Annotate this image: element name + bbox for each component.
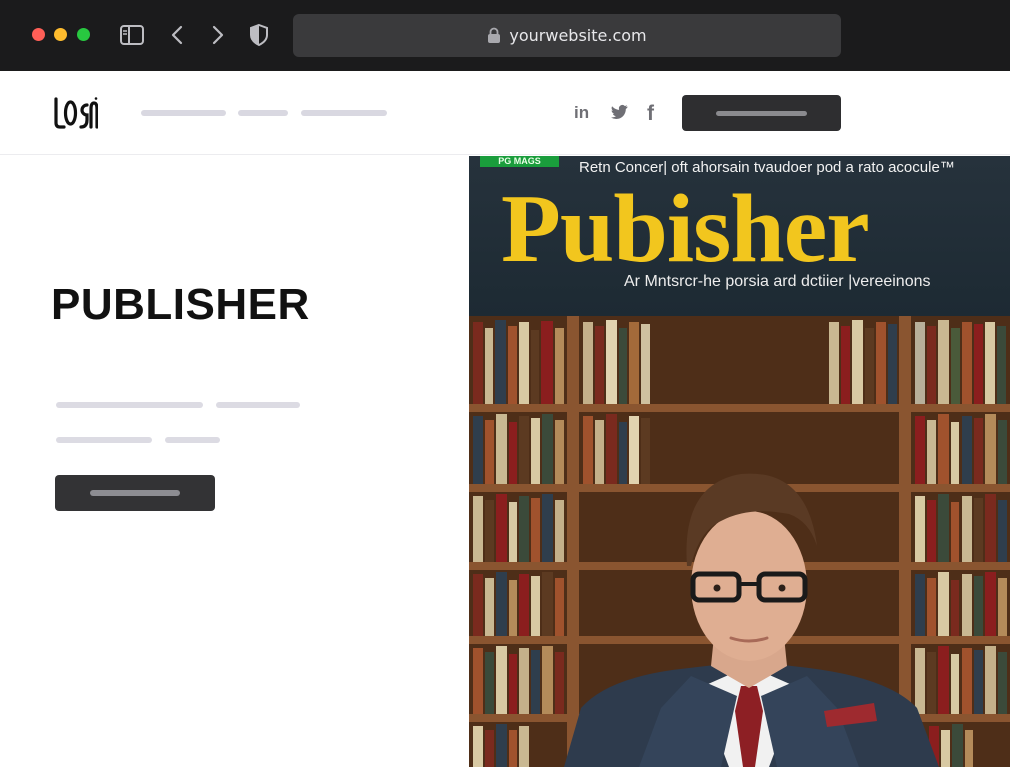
- close-window-button[interactable]: [32, 28, 45, 41]
- url-text: yourwebsite.com: [509, 26, 647, 45]
- lock-icon: [488, 27, 501, 43]
- hero-title: PUBLISHER: [51, 280, 310, 329]
- nav-link-1[interactable]: [141, 110, 226, 116]
- forward-arrow-icon[interactable]: [204, 22, 230, 48]
- facebook-icon[interactable]: f: [643, 102, 663, 122]
- button-label-placeholder: [716, 111, 807, 116]
- minimize-window-button[interactable]: [54, 28, 67, 41]
- twitter-icon[interactable]: [609, 102, 629, 122]
- sidebar-toggle-icon[interactable]: [119, 22, 145, 48]
- man-in-suit-illustration: [564, 473, 939, 767]
- magazine-cover-image: PG MAGS Retn Concer| oft ahorsain tvaudo…: [469, 156, 1010, 767]
- linkedin-label: in: [574, 103, 589, 122]
- hero-text-placeholder: [216, 402, 300, 408]
- shield-icon[interactable]: [246, 22, 272, 48]
- maximize-window-button[interactable]: [77, 28, 90, 41]
- logo[interactable]: [54, 96, 98, 130]
- cover-title: Pubisher: [501, 175, 870, 283]
- header-cta-button[interactable]: [682, 95, 841, 131]
- nav-link-3[interactable]: [301, 110, 387, 116]
- address-bar[interactable]: yourwebsite.com: [293, 14, 841, 57]
- facebook-label: f: [647, 102, 655, 122]
- linkedin-icon[interactable]: in: [573, 102, 593, 122]
- hero-text-placeholder: [165, 437, 220, 443]
- cover-subtitle: Ar Mntsrcr-he porsia ard dctiier |vereei…: [624, 273, 931, 290]
- hero-cta-button[interactable]: [55, 475, 215, 511]
- back-arrow-icon[interactable]: [165, 22, 191, 48]
- button-label-placeholder: [90, 490, 180, 496]
- hero-text-placeholder: [56, 402, 203, 408]
- cover-badge: PG MAGS: [480, 156, 559, 167]
- cover-masthead: PG MAGS Retn Concer| oft ahorsain tvaudo…: [469, 156, 1010, 316]
- browser-toolbar: yourwebsite.com: [0, 0, 1010, 71]
- hero-text-placeholder: [56, 437, 152, 443]
- nav-link-2[interactable]: [238, 110, 288, 116]
